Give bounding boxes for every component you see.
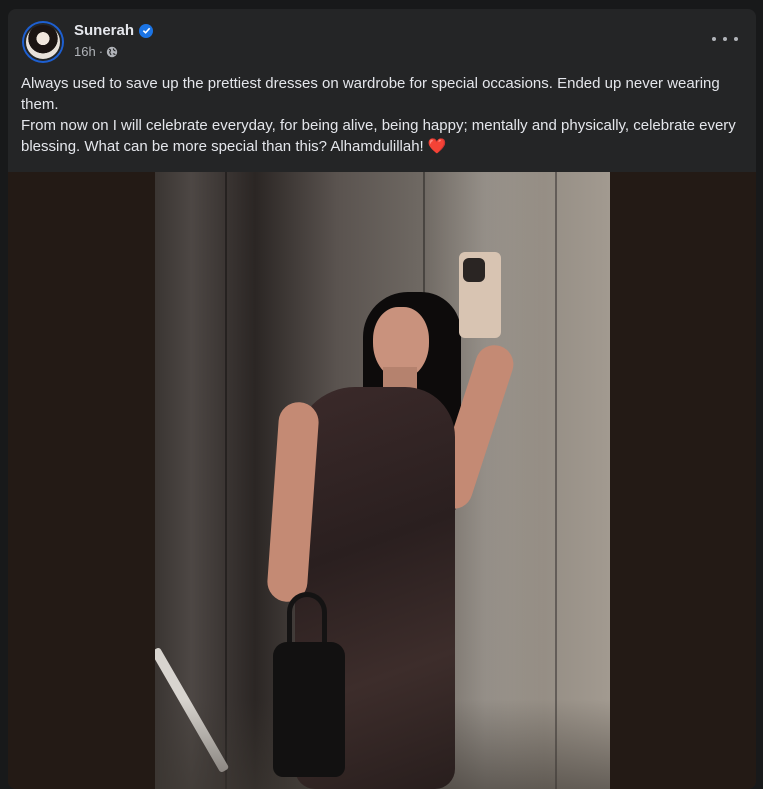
post-media[interactable] [8, 172, 756, 789]
handbag [273, 642, 345, 777]
heart-emoji: ❤️ [427, 138, 447, 155]
elevator-panel-seam [225, 172, 227, 789]
verified-badge-icon [139, 23, 154, 38]
post-header: Sunerah 16h · [8, 9, 756, 69]
phone-camera [463, 258, 485, 282]
author-row: Sunerah [74, 22, 154, 39]
author-name[interactable]: Sunerah [74, 22, 134, 39]
meta-separator: · [98, 44, 104, 59]
elevator-panel-seam [555, 172, 557, 789]
post-text-line-2-content: From now on I will celebrate everyday, f… [21, 117, 740, 155]
globe-icon[interactable] [106, 46, 118, 58]
post-text-line-2: From now on I will celebrate everyday, f… [21, 115, 746, 157]
post-text: Always used to save up the prettiest dre… [21, 73, 746, 157]
post-photo[interactable] [155, 172, 610, 789]
avatar[interactable] [22, 21, 64, 63]
post-timestamp[interactable]: 16h [74, 44, 96, 59]
post-meta: 16h · [74, 44, 118, 59]
post-card: Sunerah 16h · Always used to save up the… [8, 9, 756, 789]
avatar-image [24, 23, 62, 61]
more-options-icon[interactable] [712, 31, 738, 47]
post-text-line-1: Always used to save up the prettiest dre… [21, 75, 724, 113]
